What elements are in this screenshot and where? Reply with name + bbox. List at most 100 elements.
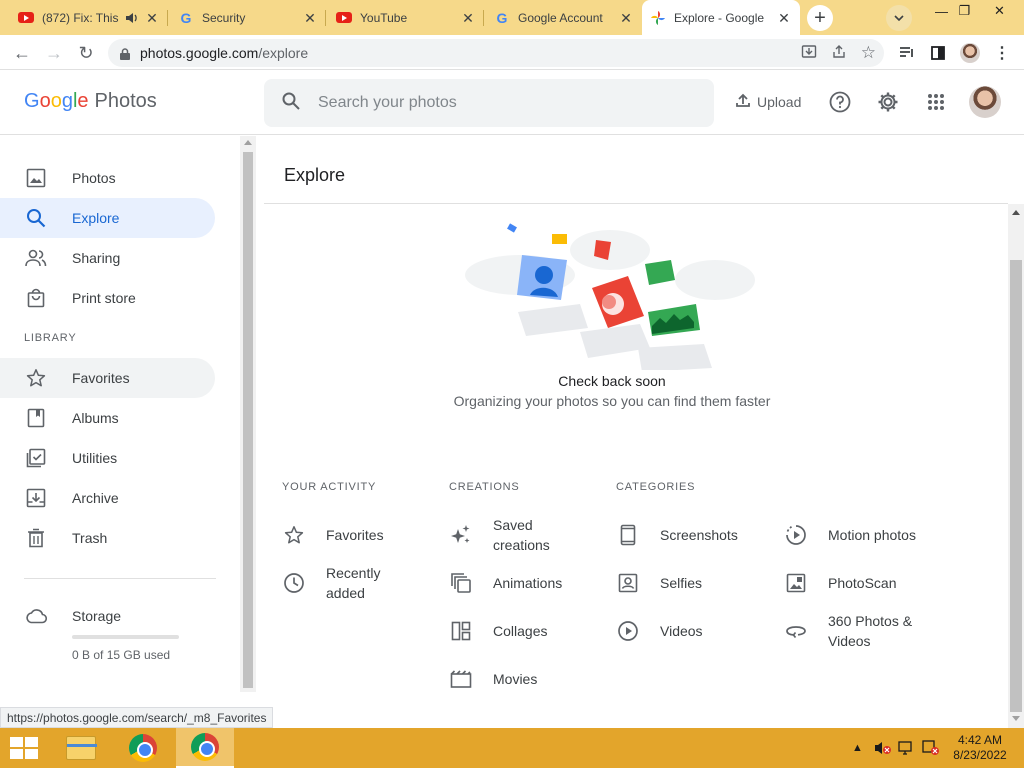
new-tab-button[interactable]: + — [807, 5, 833, 31]
search-icon — [24, 206, 48, 230]
sidebar-item-archive[interactable]: Archive — [0, 478, 215, 518]
chrome-icon[interactable] — [114, 728, 172, 768]
empty-state-subtitle: Organizing your photos so you can find t… — [453, 393, 771, 409]
category-videos[interactable]: Videos — [616, 619, 703, 643]
item-label-line2: creations — [493, 537, 550, 553]
upload-button[interactable]: Upload — [735, 92, 801, 111]
tab-title: Google Account — [518, 10, 603, 25]
upload-label: Upload — [757, 93, 802, 110]
apps-grid-icon[interactable] — [924, 90, 948, 114]
speaker-icon[interactable] — [124, 10, 140, 26]
search-input[interactable]: Search your photos — [318, 94, 457, 112]
sidebar-scrollbar-thumb[interactable] — [243, 152, 253, 688]
item-label: Videos — [660, 623, 703, 639]
your-activity-heading: YOUR ACTIVITY — [282, 481, 377, 493]
sidebar-item-label: Utilities — [72, 450, 118, 466]
volume-muted-icon[interactable] — [874, 728, 892, 768]
install-icon[interactable] — [801, 44, 817, 63]
profile-avatar[interactable] — [956, 39, 984, 67]
tab-youtube[interactable]: YouTube ✕ — [328, 2, 484, 33]
back-icon[interactable]: ← — [8, 39, 36, 67]
scroll-up-arrow-icon[interactable] — [244, 140, 252, 145]
scroll-down-arrow-icon[interactable] — [1012, 716, 1020, 721]
windows-start-icon[interactable] — [10, 737, 38, 759]
sidebar-item-albums[interactable]: Albums — [0, 398, 215, 438]
activity-recently-added[interactable]: Recently added — [282, 563, 380, 603]
creations-movies[interactable]: Movies — [449, 667, 537, 691]
restore-icon[interactable]: ❐ — [948, 0, 981, 22]
sidebar-item-storage[interactable]: Storage — [0, 596, 215, 636]
collage-icon — [449, 619, 473, 643]
item-label: Favorites — [326, 527, 384, 543]
sidebar-item-utilities[interactable]: Utilities — [0, 438, 215, 478]
tab-explore-google-photos[interactable]: Explore - Google ✕ — [642, 0, 800, 35]
action-center-icon[interactable] — [922, 728, 940, 768]
creations-saved[interactable]: Saved creations — [449, 515, 550, 555]
cloud-icon — [24, 604, 48, 628]
category-360-photos-videos[interactable]: 360 Photos & Videos — [784, 611, 912, 651]
tab-security[interactable]: G Security ✕ — [170, 2, 326, 33]
selfie-icon — [616, 571, 640, 595]
tab-youtube-fix[interactable]: (872) Fix: This ✕ — [10, 2, 168, 33]
star-icon — [282, 523, 306, 547]
search-box[interactable]: Search your photos — [264, 79, 714, 127]
scroll-up-arrow-icon[interactable] — [1012, 210, 1020, 215]
google-icon: G — [496, 9, 508, 26]
media-control-icon[interactable] — [893, 39, 921, 67]
menu-icon[interactable]: ⋮ — [988, 39, 1016, 67]
animation-icon — [449, 571, 473, 595]
close-tab-icon[interactable]: ✕ — [302, 10, 318, 26]
google-photos-logo[interactable]: Google Photos — [24, 90, 157, 113]
category-selfies[interactable]: Selfies — [616, 571, 702, 595]
close-tab-icon[interactable]: ✕ — [144, 10, 160, 26]
trash-icon — [24, 526, 48, 550]
sidebar-item-label: Explore — [72, 210, 120, 226]
tray-expand-icon[interactable]: ▲ — [852, 728, 863, 768]
file-explorer-icon[interactable] — [52, 728, 110, 768]
url-path: /explore — [258, 45, 309, 61]
library-heading: LIBRARY — [24, 332, 77, 344]
address-bar[interactable]: photos.google.com/explore ☆ — [108, 39, 884, 67]
category-motion-photos[interactable]: Motion photos — [784, 523, 916, 547]
bookmark-star-icon[interactable]: ☆ — [861, 43, 876, 63]
tab-search-button[interactable] — [886, 5, 912, 31]
reload-icon[interactable]: ↻ — [72, 39, 100, 67]
creations-collages[interactable]: Collages — [449, 619, 547, 643]
activity-favorites[interactable]: Favorites — [282, 523, 384, 547]
sidebar-divider — [24, 578, 216, 579]
network-icon[interactable] — [898, 728, 916, 768]
sidebar-item-favorites[interactable]: Favorites — [0, 358, 215, 398]
sidebar-item-label: Print store — [72, 290, 136, 306]
title-divider — [264, 203, 1008, 204]
chrome-profile-taskbar-icon[interactable] — [176, 728, 234, 768]
forward-icon[interactable]: → — [40, 39, 68, 67]
sidebar-item-explore[interactable]: Explore — [0, 198, 215, 238]
page-title: Explore — [284, 165, 346, 185]
creations-animations[interactable]: Animations — [449, 571, 562, 595]
app-header: Google Photos Search your photos Upload — [0, 70, 1024, 135]
category-photoscan[interactable]: PhotoScan — [784, 571, 897, 595]
empty-state-illustration — [465, 223, 755, 370]
share-icon[interactable] — [831, 44, 847, 63]
side-panel-icon[interactable] — [924, 39, 952, 67]
category-screenshots[interactable]: Screenshots — [616, 523, 738, 547]
sidebar-item-print-store[interactable]: Print store — [0, 278, 215, 318]
tab-google-account[interactable]: G Google Account ✕ — [486, 2, 642, 33]
search-icon[interactable] — [282, 92, 300, 115]
system-clock[interactable]: 4:42 AM 8/23/2022 — [945, 733, 1015, 763]
sidebar-item-sharing[interactable]: Sharing — [0, 238, 215, 278]
help-icon[interactable] — [828, 90, 852, 114]
sidebar-item-photos[interactable]: Photos — [0, 158, 215, 198]
close-window-icon[interactable]: ✕ — [983, 0, 1016, 22]
sidebar-item-trash[interactable]: Trash — [0, 518, 215, 558]
lock-icon[interactable] — [120, 47, 130, 60]
close-tab-icon[interactable]: ✕ — [618, 10, 634, 26]
clock-icon — [282, 571, 306, 595]
settings-gear-icon[interactable] — [876, 90, 900, 114]
account-avatar[interactable] — [969, 86, 1001, 118]
close-tab-icon[interactable]: ✕ — [460, 10, 476, 26]
main-scrollbar-thumb[interactable] — [1010, 260, 1022, 712]
sidebar: Photos Explore Sharing Print store LIBRA… — [0, 136, 240, 728]
checkbox-icon — [24, 446, 48, 470]
close-tab-icon[interactable]: ✕ — [776, 10, 792, 26]
